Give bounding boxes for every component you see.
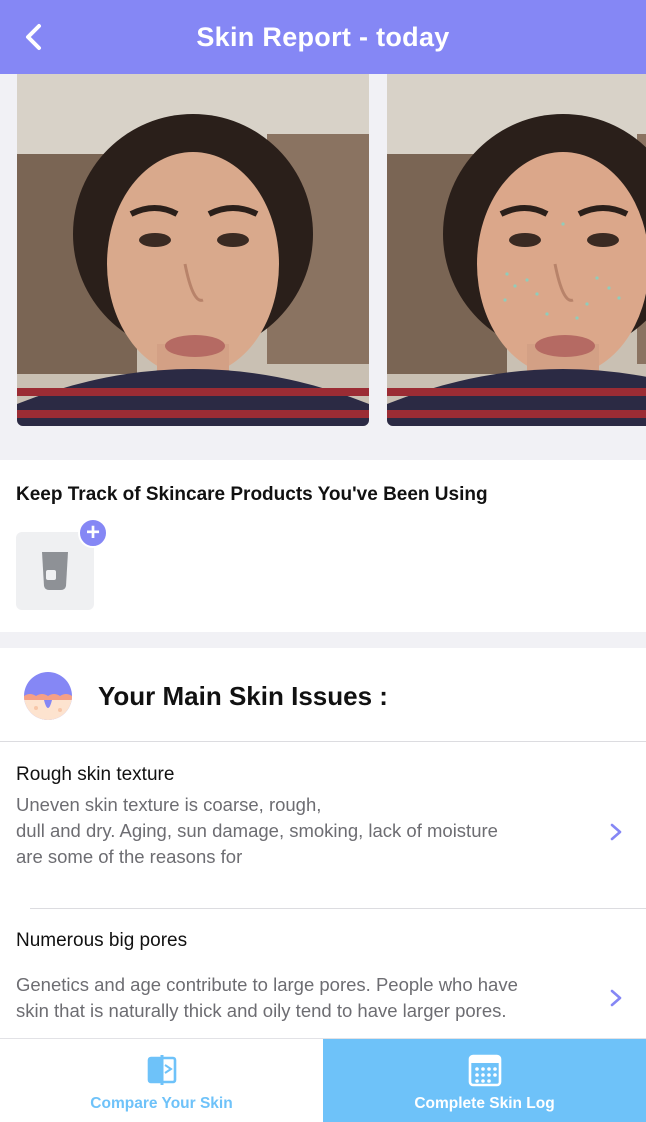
face-photo-image <box>17 74 369 426</box>
back-button[interactable] <box>18 22 48 52</box>
photo-strip[interactable] <box>0 74 646 444</box>
tab-complete-skin-log[interactable]: Complete Skin Log <box>323 1039 646 1122</box>
chevron-right-icon <box>610 823 622 841</box>
page-title: Skin Report - today <box>196 21 450 52</box>
bottom-tab-bar: Compare Your Skin Complete Skin Log <box>0 1038 646 1122</box>
issue-rough-skin-texture[interactable]: Rough skin texture Uneven skin texture i… <box>0 744 646 908</box>
calendar-icon <box>468 1054 502 1087</box>
compare-book-icon <box>147 1055 177 1085</box>
tab-compare-your-skin[interactable]: Compare Your Skin <box>0 1039 323 1122</box>
tab-label: Compare Your Skin <box>90 1095 233 1112</box>
face-photo-analyzed[interactable] <box>387 74 646 426</box>
add-product-button[interactable]: + <box>78 518 108 548</box>
tab-label: Complete Skin Log <box>414 1095 555 1112</box>
app-header: Skin Report - today <box>0 0 646 74</box>
issue-description: Uneven skin texture is coarse, rough, du… <box>16 794 498 867</box>
face-photo-original[interactable] <box>17 74 369 426</box>
skin-layer-icon <box>24 672 72 720</box>
issues-header: Your Main Skin Issues : <box>0 648 646 742</box>
products-card: Keep Track of Skincare Products You've B… <box>0 460 646 632</box>
issue-numerous-big-pores[interactable]: Numerous big pores Genetics and age cont… <box>0 910 646 1040</box>
face-photo-image <box>387 74 646 426</box>
skincare-tube-icon <box>42 552 68 590</box>
products-heading: Keep Track of Skincare Products You've B… <box>16 484 488 505</box>
issue-divider <box>30 908 646 909</box>
issue-name: Numerous big pores <box>16 930 188 951</box>
issue-name: Rough skin texture <box>16 764 175 785</box>
chevron-right-icon <box>610 989 622 1007</box>
issues-heading: Your Main Skin Issues : <box>98 681 388 711</box>
issue-description: Genetics and age contribute to large por… <box>16 974 518 1021</box>
chevron-left-icon <box>26 24 41 50</box>
